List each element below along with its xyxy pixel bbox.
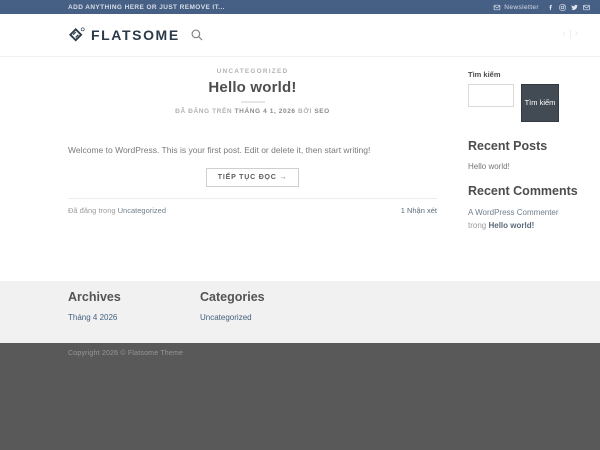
topbar-message: ADD ANYTHING HERE OR JUST REMOVE IT...	[68, 3, 225, 11]
post-meta: ĐÃ ĐĂNG TRÊN THÁNG 4 1, 2026 BỞI SEO	[68, 108, 437, 115]
comment-prefix: trong	[468, 220, 487, 230]
post-footer-meta: Đã đăng trong Uncategorized 1 Nhận xét	[68, 206, 437, 215]
logo-text: FLATSOME	[91, 27, 180, 43]
category-link[interactable]: Uncategorized	[200, 313, 332, 322]
flatsome-diamond-logo-icon	[69, 26, 85, 41]
recent-posts-title: Recent Posts	[468, 139, 548, 153]
post-divider	[68, 197, 437, 199]
divider	[569, 28, 571, 39]
recent-post-link[interactable]: Hello world!	[468, 162, 566, 171]
topbar-right: Newsletter	[493, 4, 590, 11]
posted-in-category-link[interactable]: Uncategorized	[118, 206, 166, 215]
post-excerpt: Welcome to WordPress. This is your first…	[68, 145, 371, 155]
twitter-icon[interactable]	[571, 4, 578, 11]
read-more-button[interactable]: TIẾP TỤC ĐỌC →	[205, 167, 300, 187]
archive-link[interactable]: Tháng 4 2026	[68, 313, 200, 322]
search-widget-title: Tìm kiếm	[468, 70, 501, 79]
newsletter-label: Newsletter	[504, 3, 539, 11]
site-logo[interactable]: FLATSOME	[68, 26, 180, 45]
recent-comments-title: Recent Comments	[468, 184, 578, 198]
post-title[interactable]: Hello world!	[68, 79, 437, 96]
main-area: UNCATEGORIZED Hello world! ĐÃ ĐĂNG TRÊN …	[0, 57, 600, 281]
envelope-icon	[494, 4, 501, 10]
archives-title: Archives	[68, 290, 121, 304]
newsletter-link[interactable]: Newsletter	[493, 4, 539, 11]
copyright-text: Copyright 2026 © Flatsome Theme	[68, 350, 184, 357]
posted-in: Đã đăng trong Uncategorized	[68, 206, 166, 215]
search-widget: Tìm kiếm	[468, 84, 566, 122]
email-icon[interactable]	[583, 4, 590, 11]
search-icon[interactable]	[191, 29, 203, 41]
posted-on-prefix: ĐÃ ĐĂNG TRÊN	[175, 108, 233, 115]
archives-widget: Archives Tháng 4 2026	[68, 290, 200, 343]
comment-author-link[interactable]: A WordPress Commenter	[468, 208, 559, 217]
footer-dark: Copyright 2026 © Flatsome Theme	[0, 343, 600, 450]
comment-post-link[interactable]: Hello world!	[488, 221, 534, 230]
post-header: UNCATEGORIZED Hello world! ĐÃ ĐĂNG TRÊN …	[68, 57, 437, 115]
recent-comment-item: A WordPress Commenter trong Hello world!	[468, 207, 566, 233]
prev-arrow-icon[interactable]: ‹	[562, 28, 565, 39]
categories-title: Categories	[200, 290, 265, 304]
site-header: FLATSOME ‹ ›	[0, 14, 600, 57]
search-input[interactable]	[468, 84, 514, 107]
facebook-icon[interactable]	[547, 4, 554, 11]
categories-widget: Categories Uncategorized	[200, 290, 332, 343]
post-date[interactable]: THÁNG 4 1, 2026	[235, 108, 296, 115]
header-nav-arrows: ‹ ›	[562, 28, 578, 39]
instagram-icon[interactable]	[559, 3, 566, 11]
post-author[interactable]: SEO	[314, 108, 330, 115]
title-divider	[240, 101, 265, 103]
next-arrow-icon[interactable]: ›	[575, 28, 578, 39]
footer-widgets: Archives Tháng 4 2026 Categories Uncateg…	[0, 281, 600, 343]
comments-count-link[interactable]: 1 Nhận xét	[401, 206, 437, 215]
post-article: UNCATEGORIZED Hello world! ĐÃ ĐĂNG TRÊN …	[68, 57, 437, 281]
by-label: BỞI	[298, 108, 312, 115]
sidebar: Tìm kiếm Tìm kiếm Recent Posts Hello wor…	[468, 57, 578, 281]
posted-in-prefix: Đã đăng trong	[68, 205, 116, 215]
topbar: ADD ANYTHING HERE OR JUST REMOVE IT... N…	[0, 0, 600, 14]
search-submit-button[interactable]: Tìm kiếm	[521, 84, 559, 122]
post-category-label[interactable]: UNCATEGORIZED	[68, 68, 437, 75]
